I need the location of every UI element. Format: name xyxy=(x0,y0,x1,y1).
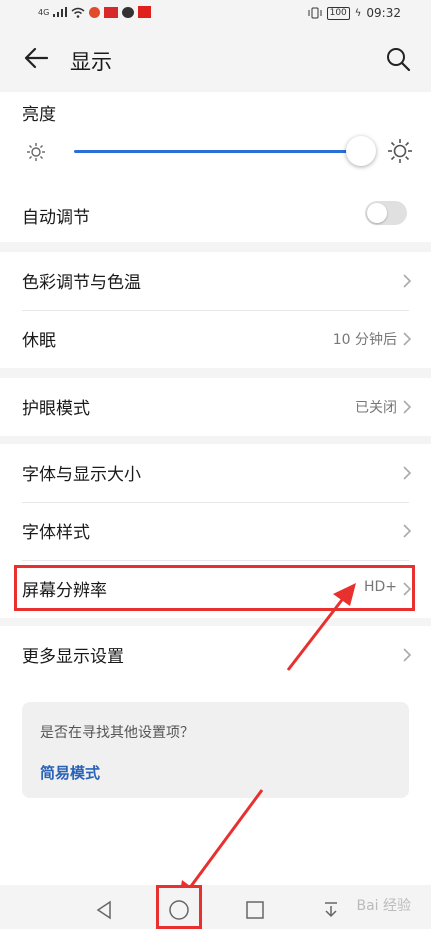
brightness-high-icon xyxy=(388,139,412,163)
sleep-value: 10 分钟后 xyxy=(332,332,397,348)
search-icon[interactable] xyxy=(385,46,411,72)
simple-mode-link[interactable]: 简易模式 xyxy=(40,762,100,783)
suggestion-box: 是否在寻找其他设置项？ 简易模式 xyxy=(22,702,409,798)
row-more-display-settings[interactable]: 更多显示设置 xyxy=(0,626,431,684)
nav-notification-pull-icon[interactable] xyxy=(323,901,339,919)
app-bar: 显示 xyxy=(0,28,431,92)
watermark: Bai 经验 xyxy=(356,898,411,914)
signal-label: 4G xyxy=(38,7,50,17)
resolution-highlight-box xyxy=(14,565,415,611)
row-label: 更多显示设置 xyxy=(22,647,124,667)
app-notification-icon xyxy=(89,6,101,18)
auto-brightness-label: 自动调节 xyxy=(22,208,90,228)
brightness-label: 亮度 xyxy=(22,105,56,125)
row-color-temperature[interactable]: 色彩调节与色温 xyxy=(0,252,431,310)
chevron-right-icon xyxy=(403,332,412,346)
page-title: 显示 xyxy=(70,50,112,74)
status-bar: 4G 100 ϟ 09:32 xyxy=(0,0,431,28)
row-label: 色彩调节与色温 xyxy=(22,273,141,293)
brightness-low-icon xyxy=(27,143,45,161)
news-notification-icon xyxy=(104,6,119,18)
toggle-knob xyxy=(367,203,387,223)
nav-recents-icon[interactable] xyxy=(246,901,264,919)
brightness-slider-thumb[interactable] xyxy=(346,136,376,166)
brightness-slider-track[interactable] xyxy=(74,150,360,153)
shopping-notification-icon xyxy=(138,6,152,18)
message-notification-icon xyxy=(122,6,135,18)
wifi-icon xyxy=(71,7,85,18)
chevron-right-icon xyxy=(403,648,412,662)
row-label: 字体与显示大小 xyxy=(22,465,141,485)
battery-indicator: 100 xyxy=(326,6,350,20)
status-left-icons: 4G xyxy=(38,6,152,18)
status-right-icons: 100 ϟ 09:32 xyxy=(308,6,401,20)
signal-icon xyxy=(53,7,68,17)
chevron-right-icon xyxy=(403,466,412,480)
auto-brightness-toggle[interactable] xyxy=(365,201,407,225)
chevron-right-icon xyxy=(403,524,412,538)
suggestion-question: 是否在寻找其他设置项？ xyxy=(40,725,194,741)
row-font-style[interactable]: 字体样式 xyxy=(0,502,431,560)
row-eye-comfort[interactable]: 护眼模式 已关闭 xyxy=(0,378,431,436)
row-label: 字体样式 xyxy=(22,523,90,543)
row-sleep[interactable]: 休眠 10 分钟后 xyxy=(0,310,431,368)
nav-back-icon[interactable] xyxy=(95,900,113,920)
back-arrow-icon[interactable] xyxy=(22,44,50,72)
row-font-size[interactable]: 字体与显示大小 xyxy=(0,444,431,502)
row-label: 护眼模式 xyxy=(22,399,90,419)
home-highlight-box xyxy=(156,885,202,929)
vibrate-icon xyxy=(308,7,322,19)
eye-comfort-value: 已关闭 xyxy=(355,400,397,416)
row-label: 休眠 xyxy=(22,331,56,351)
chevron-right-icon xyxy=(403,400,412,414)
clock: 09:32 xyxy=(366,6,401,20)
charging-icon: ϟ xyxy=(354,7,362,19)
chevron-right-icon xyxy=(403,274,412,288)
